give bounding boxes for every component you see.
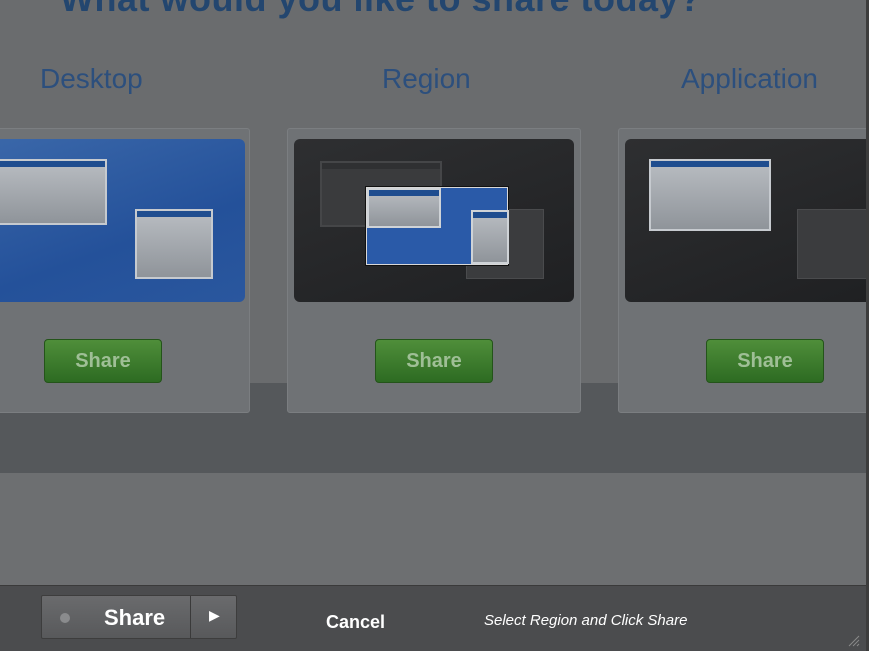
empty-panel	[0, 473, 866, 585]
window-graphic	[471, 210, 509, 264]
application-preview	[625, 139, 866, 302]
window-graphic	[797, 209, 866, 279]
region-preview	[294, 139, 574, 302]
page-title: What would you like to share today?	[60, 0, 702, 20]
selection-rectangle[interactable]	[366, 187, 509, 265]
application-option-card[interactable]: Share	[618, 128, 866, 413]
region-option-card[interactable]: Share	[287, 128, 581, 413]
share-options-arrow-button[interactable]: ▶	[190, 596, 236, 638]
triangle-right-icon: ▶	[209, 607, 220, 623]
window-graphic	[135, 209, 213, 279]
instruction-text: Select Region and Click Share	[484, 612, 688, 629]
bottom-toolbar: Share ▶ Cancel Select Region and Click S…	[0, 585, 866, 651]
cancel-button[interactable]: Cancel	[326, 612, 385, 633]
share-button[interactable]: Share	[42, 596, 190, 638]
share-split-button: Share ▶	[41, 595, 237, 639]
desktop-preview	[0, 139, 245, 302]
share-options-overlay: What would you like to share today? Desk…	[0, 0, 866, 585]
desktop-label: Desktop	[40, 63, 143, 94]
application-label: Application	[681, 63, 818, 94]
region-label: Region	[382, 63, 471, 94]
window-graphic	[367, 188, 441, 228]
resize-grip-icon[interactable]	[846, 633, 860, 647]
window-graphic	[0, 159, 107, 225]
record-dot-icon	[60, 613, 70, 623]
share-application-button[interactable]: Share	[706, 339, 824, 383]
window-graphic	[649, 159, 771, 231]
desktop-option-card[interactable]: Share	[0, 128, 250, 413]
share-button-label: Share	[104, 605, 166, 630]
share-region-button[interactable]: Share	[375, 339, 493, 383]
share-dialog-window: What would you like to share today? Desk…	[0, 0, 869, 651]
share-desktop-button[interactable]: Share	[44, 339, 162, 383]
